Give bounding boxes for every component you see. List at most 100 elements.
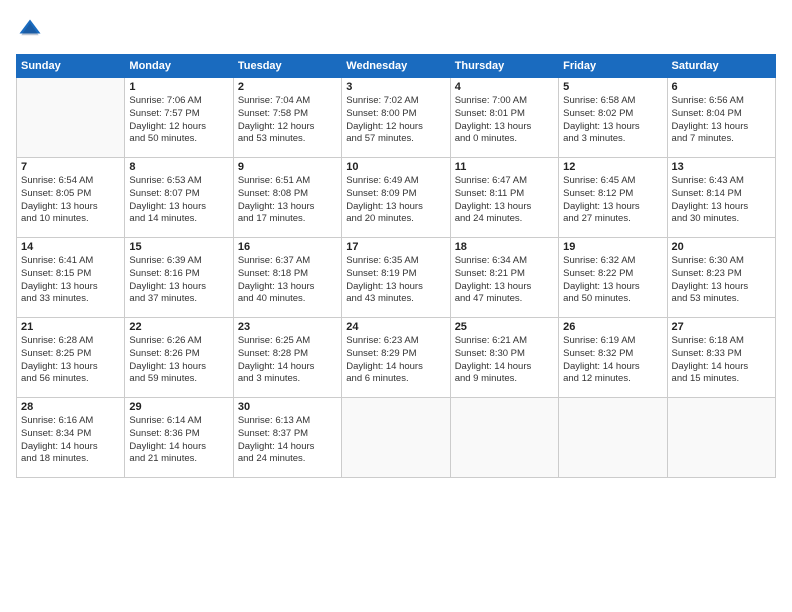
day-number: 11 <box>455 161 554 173</box>
day-info: Sunrise: 6:51 AMSunset: 8:08 PMDaylight:… <box>238 175 337 226</box>
col-header-wednesday: Wednesday <box>342 55 450 78</box>
day-info: Sunrise: 6:41 AMSunset: 8:15 PMDaylight:… <box>21 255 120 306</box>
week-row-1: 1 Sunrise: 7:06 AMSunset: 7:57 PMDaylight… <box>17 78 776 158</box>
day-number: 17 <box>346 241 445 253</box>
day-cell: 5 Sunrise: 6:58 AMSunset: 8:02 PMDaylight… <box>559 78 667 158</box>
day-number: 26 <box>563 321 662 333</box>
day-number: 22 <box>129 321 228 333</box>
day-number: 24 <box>346 321 445 333</box>
day-cell: 12Sunrise: 6:45 AMSunset: 8:12 PMDayligh… <box>559 158 667 238</box>
week-row-4: 21 Sunrise: 6:28 AMSunset: 8:25 PMDayligh… <box>17 318 776 398</box>
day-number: 18 <box>455 241 554 253</box>
day-info: Sunrise: 6:39 AMSunset: 8:16 PMDaylight:… <box>129 255 228 306</box>
day-cell <box>559 398 667 478</box>
day-info: Sunrise: 6:35 AMSunset: 8:19 PMDaylight:… <box>346 255 445 306</box>
day-number: 4 <box>455 81 554 93</box>
day-number: 14 <box>21 241 120 253</box>
day-cell: 27 Sunrise: 6:18 AMSunset: 8:33 PMDayligh… <box>667 318 775 398</box>
day-info: Sunrise: 7:06 AMSunset: 7:57 PMDaylight:… <box>129 95 228 146</box>
col-header-thursday: Thursday <box>450 55 558 78</box>
day-cell: 17 Sunrise: 6:35 AMSunset: 8:19 PMDayligh… <box>342 238 450 318</box>
day-number: 8 <box>129 161 228 173</box>
week-row-3: 14 Sunrise: 6:41 AMSunset: 8:15 PMDayligh… <box>17 238 776 318</box>
day-cell <box>450 398 558 478</box>
day-number: 23 <box>238 321 337 333</box>
page: SundayMondayTuesdayWednesdayThursdayFrid… <box>0 0 792 612</box>
day-cell: 13 Sunrise: 6:43 AMSunset: 8:14 PMDayligh… <box>667 158 775 238</box>
day-cell: 8 Sunrise: 6:53 AMSunset: 8:07 PMDaylight… <box>125 158 233 238</box>
header <box>16 16 776 44</box>
day-info: Sunrise: 6:26 AMSunset: 8:26 PMDaylight:… <box>129 335 228 386</box>
day-number: 13 <box>672 161 771 173</box>
day-info: Sunrise: 7:02 AMSunset: 8:00 PMDaylight:… <box>346 95 445 146</box>
col-header-saturday: Saturday <box>667 55 775 78</box>
day-number: 29 <box>129 401 228 413</box>
day-number: 9 <box>238 161 337 173</box>
day-cell: 22 Sunrise: 6:26 AMSunset: 8:26 PMDayligh… <box>125 318 233 398</box>
day-number: 5 <box>563 81 662 93</box>
day-info: Sunrise: 6:21 AMSunset: 8:30 PMDaylight:… <box>455 335 554 386</box>
day-number: 27 <box>672 321 771 333</box>
day-cell: 14 Sunrise: 6:41 AMSunset: 8:15 PMDayligh… <box>17 238 125 318</box>
day-cell: 24 Sunrise: 6:23 AMSunset: 8:29 PMDayligh… <box>342 318 450 398</box>
day-cell: 3 Sunrise: 7:02 AMSunset: 8:00 PMDaylight… <box>342 78 450 158</box>
day-cell: 25Sunrise: 6:21 AMSunset: 8:30 PMDayligh… <box>450 318 558 398</box>
day-number: 10 <box>346 161 445 173</box>
day-cell: 30 Sunrise: 6:13 AMSunset: 8:37 PMDayligh… <box>233 398 341 478</box>
col-header-monday: Monday <box>125 55 233 78</box>
day-cell: 9 Sunrise: 6:51 AMSunset: 8:08 PMDaylight… <box>233 158 341 238</box>
col-header-tuesday: Tuesday <box>233 55 341 78</box>
day-info: Sunrise: 6:14 AMSunset: 8:36 PMDaylight:… <box>129 415 228 466</box>
day-number: 2 <box>238 81 337 93</box>
day-cell: 29 Sunrise: 6:14 AMSunset: 8:36 PMDayligh… <box>125 398 233 478</box>
day-info: Sunrise: 6:58 AMSunset: 8:02 PMDaylight:… <box>563 95 662 146</box>
day-cell: 20 Sunrise: 6:30 AMSunset: 8:23 PMDayligh… <box>667 238 775 318</box>
day-cell: 7Sunrise: 6:54 AMSunset: 8:05 PMDaylight… <box>17 158 125 238</box>
day-cell: 16 Sunrise: 6:37 AMSunset: 8:18 PMDayligh… <box>233 238 341 318</box>
day-info: Sunrise: 6:16 AMSunset: 8:34 PMDaylight:… <box>21 415 120 466</box>
day-number: 20 <box>672 241 771 253</box>
day-cell <box>342 398 450 478</box>
day-number: 1 <box>129 81 228 93</box>
day-info: Sunrise: 6:30 AMSunset: 8:23 PMDaylight:… <box>672 255 771 306</box>
day-cell: 2 Sunrise: 7:04 AMSunset: 7:58 PMDaylight… <box>233 78 341 158</box>
day-cell: 10Sunrise: 6:49 AMSunset: 8:09 PMDayligh… <box>342 158 450 238</box>
day-cell: 21 Sunrise: 6:28 AMSunset: 8:25 PMDayligh… <box>17 318 125 398</box>
day-info: Sunrise: 6:47 AMSunset: 8:11 PMDaylight:… <box>455 175 554 226</box>
day-number: 7 <box>21 161 120 173</box>
week-row-2: 7Sunrise: 6:54 AMSunset: 8:05 PMDaylight… <box>17 158 776 238</box>
day-info: Sunrise: 6:19 AMSunset: 8:32 PMDaylight:… <box>563 335 662 386</box>
day-info: Sunrise: 6:34 AMSunset: 8:21 PMDaylight:… <box>455 255 554 306</box>
day-info: Sunrise: 6:13 AMSunset: 8:37 PMDaylight:… <box>238 415 337 466</box>
day-number: 3 <box>346 81 445 93</box>
day-cell: 18 Sunrise: 6:34 AMSunset: 8:21 PMDayligh… <box>450 238 558 318</box>
day-info: Sunrise: 6:23 AMSunset: 8:29 PMDaylight:… <box>346 335 445 386</box>
day-cell: 19Sunrise: 6:32 AMSunset: 8:22 PMDayligh… <box>559 238 667 318</box>
day-info: Sunrise: 6:43 AMSunset: 8:14 PMDaylight:… <box>672 175 771 226</box>
day-info: Sunrise: 6:56 AMSunset: 8:04 PMDaylight:… <box>672 95 771 146</box>
day-info: Sunrise: 7:00 AMSunset: 8:01 PMDaylight:… <box>455 95 554 146</box>
day-number: 30 <box>238 401 337 413</box>
day-number: 15 <box>129 241 228 253</box>
day-number: 16 <box>238 241 337 253</box>
day-cell: 4 Sunrise: 7:00 AMSunset: 8:01 PMDaylight… <box>450 78 558 158</box>
day-info: Sunrise: 6:37 AMSunset: 8:18 PMDaylight:… <box>238 255 337 306</box>
week-row-5: 28Sunrise: 6:16 AMSunset: 8:34 PMDayligh… <box>17 398 776 478</box>
day-info: Sunrise: 6:53 AMSunset: 8:07 PMDaylight:… <box>129 175 228 226</box>
day-cell: 11 Sunrise: 6:47 AMSunset: 8:11 PMDayligh… <box>450 158 558 238</box>
logo <box>16 16 48 44</box>
day-info: Sunrise: 7:04 AMSunset: 7:58 PMDaylight:… <box>238 95 337 146</box>
day-info: Sunrise: 6:45 AMSunset: 8:12 PMDaylight:… <box>563 175 662 226</box>
calendar: SundayMondayTuesdayWednesdayThursdayFrid… <box>16 54 776 478</box>
day-info: Sunrise: 6:25 AMSunset: 8:28 PMDaylight:… <box>238 335 337 386</box>
col-header-sunday: Sunday <box>17 55 125 78</box>
logo-icon <box>16 16 44 44</box>
day-info: Sunrise: 6:18 AMSunset: 8:33 PMDaylight:… <box>672 335 771 386</box>
day-number: 21 <box>21 321 120 333</box>
calendar-body: 1 Sunrise: 7:06 AMSunset: 7:57 PMDaylight… <box>17 78 776 478</box>
day-cell <box>667 398 775 478</box>
day-cell: 26 Sunrise: 6:19 AMSunset: 8:32 PMDayligh… <box>559 318 667 398</box>
day-info: Sunrise: 6:28 AMSunset: 8:25 PMDaylight:… <box>21 335 120 386</box>
day-cell: 28Sunrise: 6:16 AMSunset: 8:34 PMDayligh… <box>17 398 125 478</box>
day-cell: 6Sunrise: 6:56 AMSunset: 8:04 PMDaylight… <box>667 78 775 158</box>
